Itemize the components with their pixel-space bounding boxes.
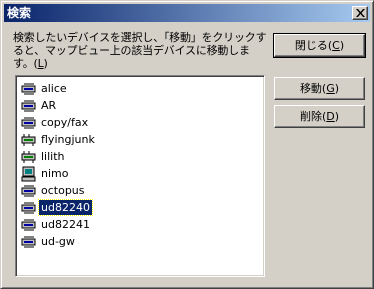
router-icon [21,234,37,250]
router-icon [21,217,37,233]
device-listbox[interactable]: alice AR copy/fax flyingjunk lilith nimo octop… [15,75,265,277]
device-label: ud-gw [41,235,75,248]
router-icon [21,200,37,216]
hub-icon [21,149,37,165]
device-label: flyingjunk [41,133,95,146]
router-icon [21,183,37,199]
router-icon [21,98,37,114]
device-list-item[interactable]: nimo [18,165,262,182]
device-list-item[interactable]: copy/fax [18,114,262,131]
instruction-line-3-suffix: ) [43,57,48,70]
move-button-key: G [326,81,335,95]
computer-icon [21,166,37,182]
device-label: lilith [41,150,65,163]
hub-icon [21,132,37,148]
instruction-text: 検索したいデバイスを選択し、「移動」をクリックす ると、マップビュー上の該当デバ… [13,31,275,70]
delete-button-suffix: ) [334,109,340,123]
move-button-suffix: ) [334,81,340,95]
title-close-button[interactable] [352,6,368,20]
device-list-item[interactable]: octopus [18,182,262,199]
delete-button-key: D [326,109,335,123]
close-button[interactable]: 閉じる(C) [273,33,366,58]
instruction-line-3: す。(L) [13,57,275,70]
device-list-item[interactable]: AR [18,97,262,114]
device-list-item[interactable]: ud82241 [18,216,262,233]
router-icon [21,81,37,97]
close-button-prefix: 閉じる( [294,38,333,52]
router-icon [21,115,37,131]
close-icon [356,9,365,17]
instruction-line-1: 検索したいデバイスを選択し、「移動」をクリックす [13,31,267,44]
device-label: copy/fax [41,116,89,129]
device-list-item[interactable]: ud-gw [18,233,262,250]
title-bar[interactable]: 検索 [4,4,370,22]
device-list-item[interactable]: alice [18,80,262,97]
search-dialog: 検索 検索したいデバイスを選択し、「移動」をクリックす ると、マップビュー上の該… [0,0,374,289]
instruction-line-2: ると、マップビュー上の該当デバイスに移動しま [13,44,250,57]
close-button-key: C [332,38,340,52]
device-label: alice [41,82,67,95]
device-label: ud82240 [38,199,93,216]
device-list-item[interactable]: lilith [18,148,262,165]
instruction-line-3-prefix: す。( [13,57,38,70]
move-button[interactable]: 移動(G) [274,77,365,100]
device-label: nimo [41,167,69,180]
device-list-item[interactable]: flyingjunk [18,131,262,148]
move-button-prefix: 移動( [299,81,327,95]
close-button-suffix: ) [339,38,345,52]
device-list-item[interactable]: ud82240 [18,199,262,216]
delete-button[interactable]: 削除(D) [274,105,365,128]
device-label: octopus [41,184,85,197]
device-label: AR [41,99,57,112]
delete-button-prefix: 削除( [299,109,327,123]
device-label: ud82241 [41,218,90,231]
window-title: 検索 [7,6,32,20]
